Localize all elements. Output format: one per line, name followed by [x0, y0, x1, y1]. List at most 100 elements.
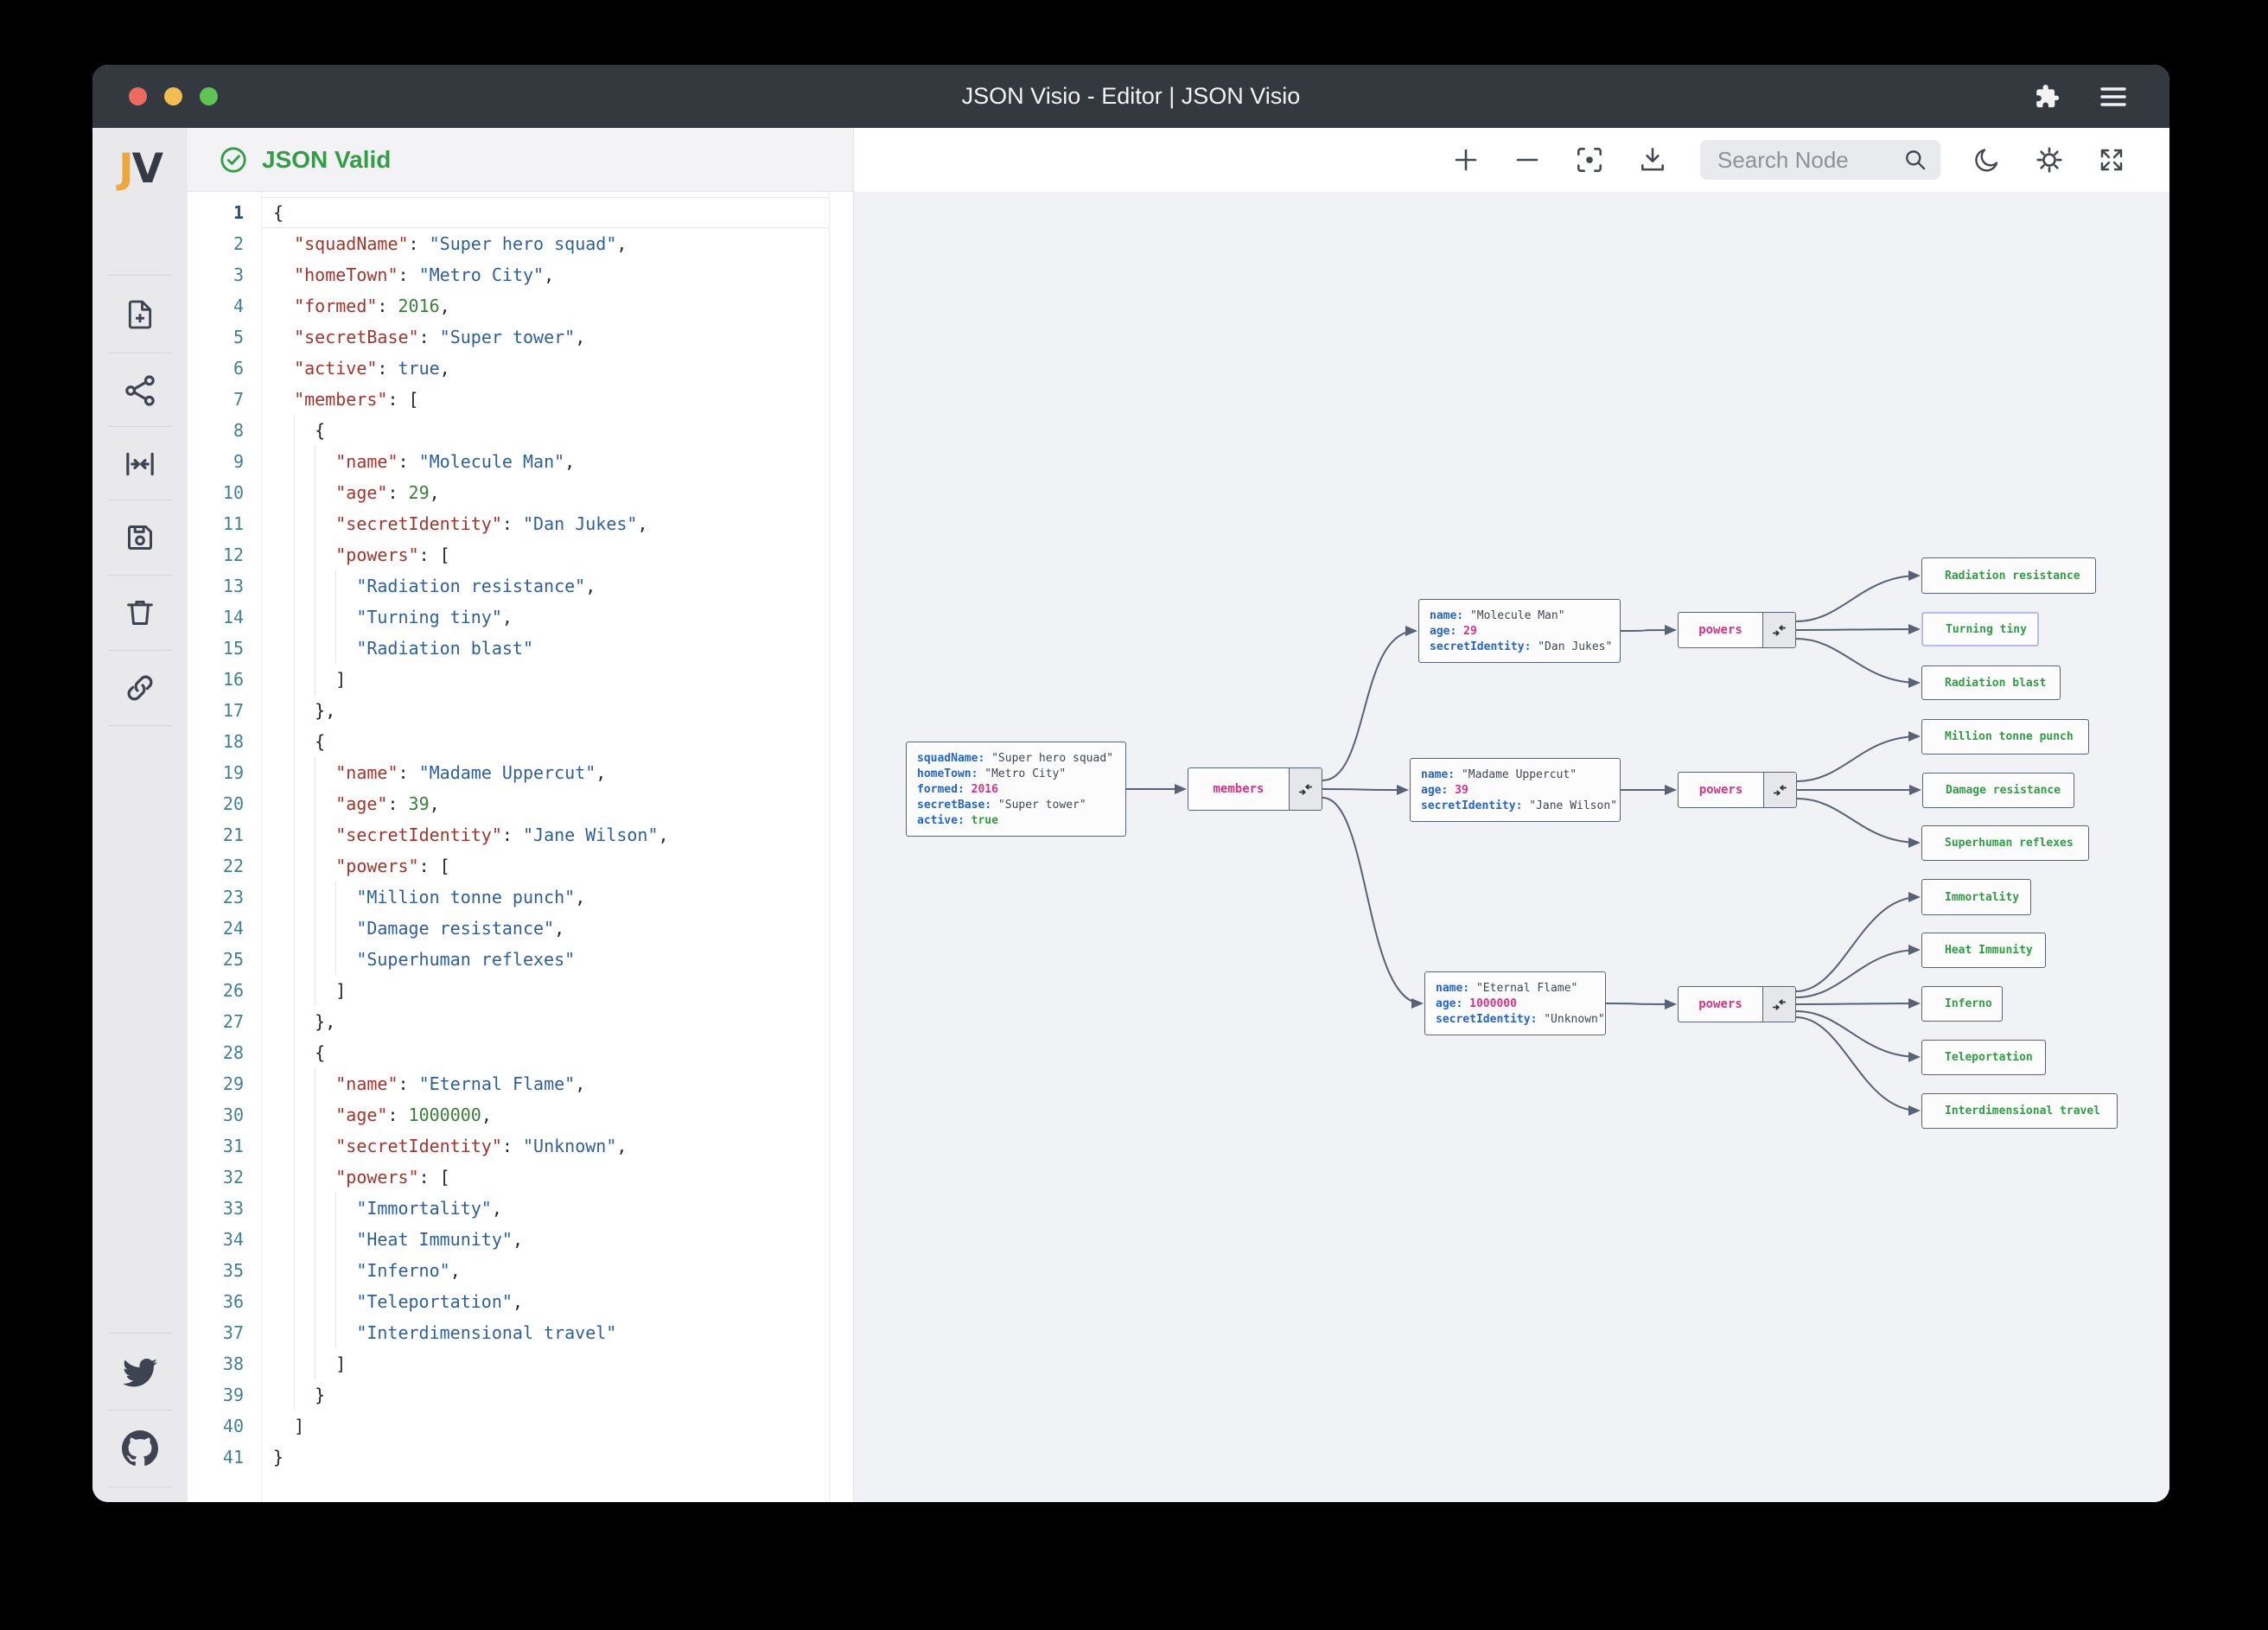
node-leaf-million-tonne-punch[interactable]: Million tonne punch — [1921, 719, 2089, 755]
editor-scrollbar[interactable] — [829, 192, 853, 1502]
node-row: formed: 2016 — [917, 783, 998, 796]
graph-viewport[interactable]: squadName: "Super hero squad" homeTown: "… — [854, 192, 2169, 1502]
check-circle-icon — [220, 146, 246, 173]
node-member-1[interactable]: name: "Molecule Man" age: 29 secretIdentit… — [1418, 599, 1621, 663]
leaf-label: Million tonne punch — [1945, 730, 2074, 743]
collapse-node-button[interactable] — [1762, 987, 1795, 1022]
code-line-content: "Radiation resistance", — [261, 570, 853, 602]
node-leaf-immortality[interactable]: Immortality — [1921, 879, 2031, 915]
node-row: age: 29 — [1430, 625, 1477, 638]
zoom-out-icon[interactable] — [1513, 145, 1542, 175]
code-line: 11 "secretIdentity": "Dan Jukes", — [188, 508, 853, 539]
code-line-content: "Radiation blast" — [261, 633, 853, 664]
download-icon[interactable] — [1637, 144, 1668, 175]
settings-gear-icon[interactable] — [2034, 144, 2065, 175]
line-number: 12 — [222, 544, 244, 565]
node-leaf-heat-immunity[interactable]: Heat Immunity — [1921, 933, 2046, 968]
code-line-content: "secretBase": "Super tower", — [294, 327, 586, 347]
app-logo[interactable]: JV — [92, 128, 188, 210]
node-leaf-radiation-resistance[interactable]: Radiation resistance — [1921, 557, 2096, 594]
fit-width-icon[interactable] — [92, 427, 188, 500]
node-leaf-interdimensional-travel[interactable]: Interdimensional travel — [1921, 1093, 2118, 1129]
code-line: 41} — [188, 1442, 853, 1473]
code-line: 34 "Heat Immunity", — [188, 1224, 853, 1255]
graph-edge — [1322, 797, 1424, 1009]
line-number: 14 — [222, 607, 244, 627]
code-line-content: "powers": [ — [261, 1162, 853, 1193]
code-line: 22 "powers": [ — [188, 850, 853, 882]
code-line-content: "Damage resistance", — [261, 913, 853, 944]
focus-center-icon[interactable] — [1574, 144, 1605, 175]
node-powers-2[interactable]: powers — [1678, 772, 1797, 808]
code-editor[interactable]: 1{2 "squadName": "Super hero squad", 3 "h… — [188, 192, 853, 1502]
node-member-2[interactable]: name: "Madame Uppercut" age: 39 secretIden… — [1410, 758, 1621, 822]
twitter-icon[interactable] — [92, 1334, 188, 1410]
line-number: 29 — [222, 1073, 244, 1094]
node-row: active: true — [917, 814, 998, 827]
github-icon[interactable] — [92, 1410, 188, 1487]
node-powers-1[interactable]: powers — [1678, 612, 1796, 648]
collapse-node-button[interactable] — [1289, 768, 1322, 810]
line-number: 35 — [222, 1260, 244, 1281]
code-line: 40 ] — [188, 1410, 853, 1442]
json-editor-panel: JSON Valid 1{2 "squadName": "Super hero … — [188, 128, 854, 1502]
collapse-node-button[interactable] — [1762, 613, 1795, 647]
node-leaf-superhuman-reflexes[interactable]: Superhuman reflexes — [1921, 825, 2089, 861]
line-number: 1 — [233, 202, 244, 223]
node-root[interactable]: squadName: "Super hero squad" homeTown: "… — [906, 742, 1126, 837]
code-line-content: "powers": [ — [261, 850, 853, 882]
code-line: 21 "secretIdentity": "Jane Wilson", — [188, 819, 853, 850]
code-line-content: ] — [261, 664, 853, 695]
node-member-3[interactable]: name: "Eternal Flame" age: 1000000 secretI… — [1424, 971, 1606, 1035]
search-node-input[interactable] — [1717, 146, 1894, 174]
graph-edge — [1795, 624, 1921, 635]
fullscreen-expand-icon[interactable] — [2097, 145, 2126, 175]
line-number: 37 — [222, 1322, 244, 1343]
delete-trash-icon[interactable] — [92, 576, 188, 650]
link-icon[interactable] — [92, 651, 188, 725]
graph-edge — [1795, 570, 1921, 622]
node-row: secretIdentity: "Jane Wilson" — [1421, 799, 1617, 812]
node-label: members — [1213, 782, 1265, 796]
node-members[interactable]: members — [1188, 767, 1322, 811]
node-leaf-damage-resistance[interactable]: Damage resistance — [1922, 773, 2074, 808]
extensions-puzzle-icon[interactable] — [2033, 83, 2061, 111]
leaf-label: Heat Immunity — [1945, 944, 2033, 957]
code-line-content: } — [261, 1379, 853, 1410]
graph-edge — [1795, 1010, 1921, 1062]
code-line: 15 "Radiation blast" — [188, 633, 853, 664]
sponsor-heart-icon[interactable] — [92, 1487, 188, 1502]
code-line: 12 "powers": [ — [188, 539, 853, 570]
node-row: name: "Madame Uppercut" — [1421, 768, 1577, 781]
collapse-node-button[interactable] — [1763, 773, 1796, 807]
code-line-content: { — [261, 415, 853, 446]
node-row: squadName: "Super hero squad" — [917, 752, 1113, 765]
dark-mode-moon-icon[interactable] — [1972, 145, 2002, 175]
menu-hamburger-icon[interactable] — [2099, 85, 2128, 109]
node-row: age: 39 — [1421, 784, 1468, 797]
code-line: 32 "powers": [ — [188, 1162, 853, 1193]
node-leaf-teleportation[interactable]: Teleportation — [1921, 1040, 2046, 1075]
code-line: 1{ — [188, 197, 853, 228]
node-leaf-turning-tiny[interactable]: Turning tiny — [1921, 612, 2039, 646]
graph-edge — [1795, 638, 1921, 688]
code-line-content: } — [273, 1447, 284, 1468]
leaf-label: Damage resistance — [1946, 784, 2061, 797]
node-leaf-radiation-blast[interactable]: Radiation blast — [1921, 665, 2061, 700]
line-number: 25 — [222, 949, 244, 970]
new-document-icon[interactable] — [92, 276, 188, 353]
leaf-label: Turning tiny — [1946, 622, 2027, 636]
graph-edge — [1795, 998, 1921, 1009]
save-icon[interactable] — [92, 500, 188, 575]
line-number: 2 — [233, 233, 244, 254]
leaf-label: Radiation resistance — [1945, 569, 2080, 583]
share-nodes-icon[interactable] — [92, 353, 188, 427]
node-powers-3[interactable]: powers — [1678, 986, 1796, 1022]
search-node-box[interactable] — [1700, 140, 1940, 180]
code-line-content: "name": "Madame Uppercut", — [261, 757, 853, 788]
line-number: 39 — [222, 1385, 244, 1405]
line-number: 30 — [222, 1105, 244, 1125]
code-line-content: "Teleportation", — [261, 1286, 853, 1317]
zoom-in-icon[interactable] — [1451, 145, 1481, 175]
node-leaf-inferno[interactable]: Inferno — [1921, 986, 2003, 1022]
